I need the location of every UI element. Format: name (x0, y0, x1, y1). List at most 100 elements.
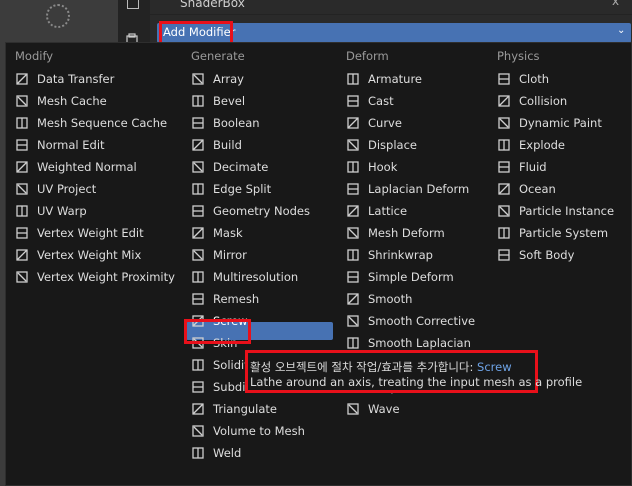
menu-item-vertex-weight-edit[interactable]: Vertex Weight Edit (15, 222, 144, 244)
vertex-weight-proximity-icon (15, 270, 29, 284)
menu-item-edge-split[interactable]: Edge Split (191, 178, 271, 200)
menu-item-label: Collision (519, 94, 568, 108)
hook-icon (346, 160, 360, 174)
menu-item-shrinkwrap[interactable]: Shrinkwrap (346, 244, 433, 266)
simple-deform-icon (346, 270, 360, 284)
menu-item-label: Wave (368, 402, 400, 416)
menu-item-label: Multiresolution (213, 270, 299, 284)
menu-item-fluid[interactable]: Fluid (497, 156, 547, 178)
menu-item-label: Curve (368, 116, 402, 130)
data-transfer-icon (15, 72, 29, 86)
menu-item-label: Mesh Sequence Cache (37, 116, 168, 130)
displace-icon (346, 138, 360, 152)
menu-item-displace[interactable]: Displace (346, 134, 417, 156)
close-icon[interactable]: x (612, 0, 619, 8)
menu-item-build[interactable]: Build (191, 134, 242, 156)
menu-item-smooth[interactable]: Smooth (346, 288, 412, 310)
menu-item-collision[interactable]: Collision (497, 90, 567, 112)
menu-item-label: Vertex Weight Proximity (37, 270, 175, 284)
menu-item-label: Smooth (368, 292, 413, 306)
menu-item-mask[interactable]: Mask (191, 222, 243, 244)
menu-item-weighted-normal[interactable]: Weighted Normal (15, 156, 137, 178)
menu-item-label: Armature (368, 72, 422, 86)
subdivision-surface-icon (191, 380, 205, 394)
build-icon (191, 138, 205, 152)
smooth-icon (346, 292, 360, 306)
menu-item-label: Mesh Cache (37, 94, 107, 108)
menu-item-decimate[interactable]: Decimate (191, 156, 268, 178)
menu-item-remesh[interactable]: Remesh (191, 288, 259, 310)
volume-to-mesh-icon (191, 424, 205, 438)
menu-item-cloth[interactable]: Cloth (497, 68, 549, 90)
menu-item-label: Remesh (213, 292, 260, 306)
menu-item-label: Hook (368, 160, 398, 174)
menu-item-mirror[interactable]: Mirror (191, 244, 247, 266)
vertex-weight-mix-icon (15, 248, 29, 262)
menu-item-weld[interactable]: Weld (191, 442, 241, 464)
menu-item-label: UV Warp (37, 204, 87, 218)
menu-item-vertex-weight-proximity[interactable]: Vertex Weight Proximity (15, 266, 175, 288)
render-tab-icon[interactable] (126, 30, 138, 45)
menu-item-mesh-deform[interactable]: Mesh Deform (346, 222, 445, 244)
fluid-icon (497, 160, 511, 174)
menu-item-uv-warp[interactable]: UV Warp (15, 200, 87, 222)
menu-item-lattice[interactable]: Lattice (346, 200, 407, 222)
normal-edit-icon (15, 138, 29, 152)
menu-item-vertex-weight-mix[interactable]: Vertex Weight Mix (15, 244, 141, 266)
particle-system-icon (497, 226, 511, 240)
array-icon (191, 72, 205, 86)
menu-item-multiresolution[interactable]: Multiresolution (191, 266, 298, 288)
menu-item-explode[interactable]: Explode (497, 134, 565, 156)
menu-item-data-transfer[interactable]: Data Transfer (15, 68, 114, 90)
menu-item-label: Decimate (213, 160, 269, 174)
menu-item-laplacian-deform[interactable]: Laplacian Deform (346, 178, 469, 200)
menu-item-volume-to-mesh[interactable]: Volume to Mesh (191, 420, 305, 442)
menu-item-cast[interactable]: Cast (346, 90, 394, 112)
ocean-icon (497, 182, 511, 196)
menu-item-dynamic-paint[interactable]: Dynamic Paint (497, 112, 602, 134)
menu-item-hook[interactable]: Hook (346, 156, 397, 178)
menu-item-uv-project[interactable]: UV Project (15, 178, 96, 200)
menu-item-mesh-sequence-cache[interactable]: Mesh Sequence Cache (15, 112, 167, 134)
explode-icon (497, 138, 511, 152)
menu-item-label: Shrinkwrap (368, 248, 433, 262)
menu-item-normal-edit[interactable]: Normal Edit (15, 134, 105, 156)
menu-item-label: Particle System (519, 226, 609, 240)
menu-item-armature[interactable]: Armature (346, 68, 422, 90)
menu-item-label: Laplacian Deform (368, 182, 470, 196)
menu-item-particle-instance[interactable]: Particle Instance (497, 200, 614, 222)
menu-item-label: Geometry Nodes (213, 204, 311, 218)
menu-item-curve[interactable]: Curve (346, 112, 402, 134)
column-header-physics: Physics (497, 49, 540, 63)
tool-tab-icon[interactable] (127, 0, 139, 9)
geometry-nodes-icon (191, 204, 205, 218)
menu-item-simple-deform[interactable]: Simple Deform (346, 266, 454, 288)
menu-item-geometry-nodes[interactable]: Geometry Nodes (191, 200, 310, 222)
menu-item-bevel[interactable]: Bevel (191, 90, 245, 112)
menu-item-triangulate[interactable]: Triangulate (191, 398, 277, 420)
curve-icon (346, 116, 360, 130)
menu-item-particle-system[interactable]: Particle System (497, 222, 608, 244)
tooltip-modifier-name: Screw (477, 360, 512, 374)
uv-warp-icon (15, 204, 29, 218)
menu-item-mesh-cache[interactable]: Mesh Cache (15, 90, 107, 112)
menu-item-array[interactable]: Array (191, 68, 244, 90)
menu-item-soft-body[interactable]: Soft Body (497, 244, 574, 266)
laplacian-deform-icon (346, 182, 360, 196)
chevron-down-icon[interactable]: ⌄ (617, 25, 625, 36)
menu-item-label: Mask (213, 226, 243, 240)
menu-item-ocean[interactable]: Ocean (497, 178, 556, 200)
bevel-icon (191, 94, 205, 108)
vertex-weight-edit-icon (15, 226, 29, 240)
menu-item-boolean[interactable]: Boolean (191, 112, 260, 134)
menu-item-label: Cloth (519, 72, 550, 86)
menu-item-label: Weld (213, 446, 242, 460)
menu-item-label: Fluid (519, 160, 547, 174)
menu-item-wave[interactable]: Wave (346, 398, 400, 420)
menu-item-smooth-corrective[interactable]: Smooth Corrective (346, 310, 475, 332)
soft-body-icon (497, 248, 511, 262)
viewport-gizmo-icon (46, 4, 70, 28)
particle-instance-icon (497, 204, 511, 218)
menu-item-label: Soft Body (519, 248, 575, 262)
menu-item-label: Mesh Deform (368, 226, 445, 240)
